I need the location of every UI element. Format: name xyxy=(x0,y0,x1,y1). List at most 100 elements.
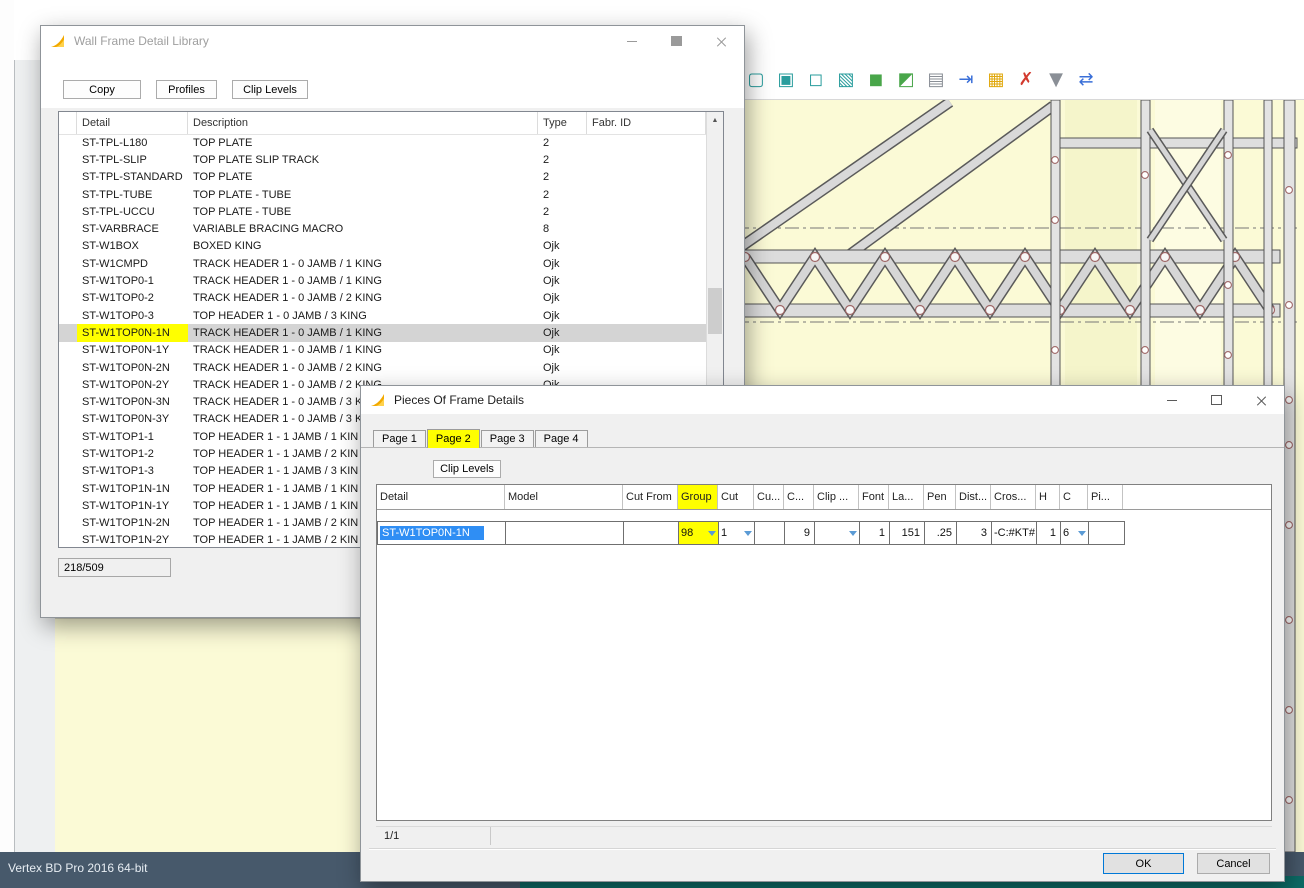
column-header-cut-from[interactable]: Cut From xyxy=(623,485,678,509)
table-row[interactable]: ST-TPL-SLIPTOP PLATE SLIP TRACK2 xyxy=(59,151,706,168)
table-cell: 8 xyxy=(538,220,587,237)
table-row[interactable]: ST-TPL-STANDARDTOP PLATE2 xyxy=(59,169,706,186)
column-header-group[interactable]: Group xyxy=(678,485,718,509)
column-header-fabr-id[interactable]: Fabr. ID xyxy=(587,112,706,134)
scroll-up-icon[interactable]: ▲ xyxy=(707,112,723,128)
minimize-icon xyxy=(627,41,637,42)
pieces-titlebar[interactable]: Pieces Of Frame Details xyxy=(361,386,1284,414)
tab-page-2[interactable]: Page 2 xyxy=(427,429,480,448)
tab-page-4[interactable]: Page 4 xyxy=(535,430,588,447)
table-cell: ST-W1TOP1-1 xyxy=(77,428,188,445)
detail-input[interactable]: ST-W1TOP0N-1N xyxy=(380,526,484,540)
group-cell[interactable]: 98 xyxy=(679,522,719,544)
column-header-detail[interactable]: Detail xyxy=(77,112,188,134)
tab-page-3[interactable]: Page 3 xyxy=(481,430,534,447)
column-header-cut[interactable]: Cut xyxy=(718,485,754,509)
table-cell xyxy=(59,255,77,272)
dropdown-arrow-icon[interactable] xyxy=(1078,531,1086,536)
column-header-c2[interactable]: C xyxy=(1060,485,1088,509)
column-header-detail[interactable]: Detail xyxy=(377,485,505,509)
la-cell[interactable]: 151 xyxy=(890,522,925,544)
filter-icon[interactable]: ▼ xyxy=(1041,67,1071,93)
print-icon[interactable]: ▦ xyxy=(981,67,1011,93)
column-header-pen[interactable]: Pen xyxy=(924,485,956,509)
column-header-la[interactable]: La... xyxy=(889,485,924,509)
model-cell[interactable] xyxy=(506,522,624,544)
swap-view-icon[interactable]: ⇄ xyxy=(1071,67,1101,93)
library-titlebar[interactable]: Wall Frame Detail Library xyxy=(41,26,744,56)
c-cell[interactable]: 9 xyxy=(785,522,815,544)
table-row[interactable]: ST-TPL-UCCUTOP PLATE - TUBE2 xyxy=(59,203,706,220)
close-button[interactable] xyxy=(699,26,744,56)
column-header-blank[interactable] xyxy=(59,112,77,134)
cu-cell[interactable] xyxy=(755,522,785,544)
column-header-pi[interactable]: Pi... xyxy=(1088,485,1123,509)
model-view-icon[interactable]: ◩ xyxy=(891,67,921,93)
column-header-c[interactable]: C... xyxy=(784,485,814,509)
minimize-button[interactable] xyxy=(609,26,654,56)
library-status-count: 218/509 xyxy=(58,558,171,577)
solid-model-icon[interactable]: ◼ xyxy=(861,67,891,93)
tab-page-1[interactable]: Page 1 xyxy=(373,430,426,447)
delete-icon[interactable]: ✗ xyxy=(1011,67,1041,93)
close-button[interactable] xyxy=(1239,386,1284,414)
clip-levels-button[interactable]: Clip Levels xyxy=(433,460,501,478)
pieces-of-frame-details-dialog: Pieces Of Frame Details Page 1 Page 2 Pa… xyxy=(360,385,1285,882)
column-header-dist[interactable]: Dist... xyxy=(956,485,991,509)
pi-cell[interactable] xyxy=(1089,522,1124,544)
column-header-type[interactable]: Type xyxy=(538,112,587,134)
column-header-clip[interactable]: Clip ... xyxy=(814,485,859,509)
pieces-table: Detail Model Cut From Group Cut Cu... C.… xyxy=(376,484,1272,821)
dropdown-arrow-icon[interactable] xyxy=(849,531,857,536)
clip-area-icon[interactable]: ▣ xyxy=(771,67,801,93)
pen-cell[interactable]: .25 xyxy=(925,522,957,544)
column-header-cu[interactable]: Cu... xyxy=(754,485,784,509)
column-header-h[interactable]: H xyxy=(1036,485,1060,509)
cut-from-cell[interactable] xyxy=(624,522,679,544)
c2-cell[interactable]: 6 xyxy=(1061,522,1089,544)
ok-button[interactable]: OK xyxy=(1103,853,1184,874)
clip-levels-button[interactable]: Clip Levels xyxy=(232,80,308,99)
table-row[interactable]: ST-TPL-L180TOP PLATE2 xyxy=(59,134,706,151)
cros-cell[interactable]: -C:#KT# xyxy=(992,522,1037,544)
profiles-button[interactable]: Profiles xyxy=(156,80,217,99)
copy-button[interactable]: Copy xyxy=(63,80,141,99)
scrollbar-thumb[interactable] xyxy=(708,288,722,334)
table-row[interactable]: ST-VARBRACEVARIABLE BRACING MACRO8 xyxy=(59,220,706,237)
cancel-button[interactable]: Cancel xyxy=(1197,853,1270,874)
table-row[interactable]: ST-W1TOP0-3TOP HEADER 1 - 0 JAMB / 3 KIN… xyxy=(59,307,706,324)
maximize-button[interactable] xyxy=(1194,386,1239,414)
clip-plane-icon[interactable]: ▧ xyxy=(831,67,861,93)
font-cell[interactable]: 1 xyxy=(860,522,890,544)
detail-cell[interactable]: ST-W1TOP0N-1N xyxy=(378,522,506,544)
table-row[interactable]: ST-TPL-TUBETOP PLATE - TUBE2 xyxy=(59,186,706,203)
cut-cell[interactable]: 1 xyxy=(719,522,755,544)
dropdown-arrow-icon[interactable] xyxy=(744,531,752,536)
table-row[interactable]: ST-W1TOP0N-1YTRACK HEADER 1 - 0 JAMB / 1… xyxy=(59,342,706,359)
column-header-cros[interactable]: Cros... xyxy=(991,485,1036,509)
table-row[interactable]: ST-W1BOXBOXED KINGOjk xyxy=(59,238,706,255)
table-cell xyxy=(587,134,706,151)
table-row[interactable]: ST-W1TOP0-2TRACK HEADER 1 - 0 JAMB / 2 K… xyxy=(59,290,706,307)
table-row[interactable]: ST-W1TOP0-1TRACK HEADER 1 - 0 JAMB / 1 K… xyxy=(59,272,706,289)
maximize-button[interactable] xyxy=(654,26,699,56)
dist-cell[interactable]: 3 xyxy=(957,522,992,544)
dropdown-arrow-icon[interactable] xyxy=(708,531,716,536)
column-header-model[interactable]: Model xyxy=(505,485,623,509)
h-cell[interactable]: 1 xyxy=(1037,522,1061,544)
clip-cell[interactable] xyxy=(815,522,860,544)
column-header-description[interactable]: Description xyxy=(188,112,538,134)
table-row[interactable]: ST-W1TOP0N-1NTRACK HEADER 1 - 0 JAMB / 1… xyxy=(59,324,706,341)
table-row[interactable]: ST-W1CMPDTRACK HEADER 1 - 0 JAMB / 1 KIN… xyxy=(59,255,706,272)
clip-frame-icon[interactable]: ▢ xyxy=(741,67,771,93)
table-row[interactable]: ST-W1TOP0N-2NTRACK HEADER 1 - 0 JAMB / 2… xyxy=(59,359,706,376)
minimize-button[interactable] xyxy=(1149,386,1194,414)
column-header-font[interactable]: Font xyxy=(859,485,889,509)
clip-box-icon[interactable]: ◻ xyxy=(801,67,831,93)
cad-drawing-view-lower[interactable] xyxy=(55,618,360,853)
table-cell xyxy=(587,255,706,272)
export-document-icon[interactable]: ⇥ xyxy=(951,67,981,93)
table-cell: ST-W1TOP0-3 xyxy=(77,307,188,324)
table-cell xyxy=(587,203,706,220)
report-list-icon[interactable]: ▤ xyxy=(921,67,951,93)
